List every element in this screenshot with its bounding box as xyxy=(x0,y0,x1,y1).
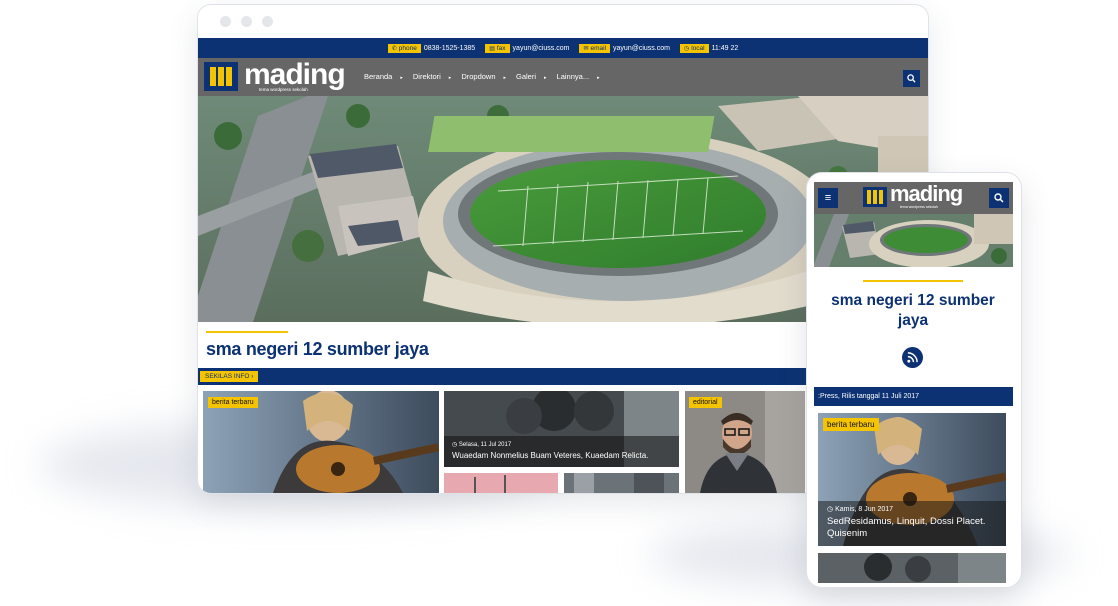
rss-icon xyxy=(907,352,918,363)
phone-value: 0838-1525-1385 xyxy=(423,44,476,52)
menu-label: Direktori xyxy=(412,72,441,81)
title-accent-line xyxy=(206,331,288,333)
mobile-phone-mockup: ≡ mading tema wordpress sekolah sma nege… xyxy=(806,172,1022,588)
post-date: ◷ Selasa, 11 Jul 2017 xyxy=(452,441,511,448)
mobile-news-ticker: :Press, Rilis tanggal 11 Juli 2017 xyxy=(814,387,1013,406)
mobile-news-card[interactable]: berita terbaru ◷ Kamis, 8 Jun 2017 SedRe… xyxy=(818,413,1006,546)
window-dot xyxy=(220,16,231,27)
menu-label: Dropdown xyxy=(461,72,496,81)
category-badge: berita terbaru xyxy=(208,397,258,408)
menu-item-beranda[interactable]: Beranda ▸ xyxy=(364,72,403,81)
fax-tag: ▤ fax xyxy=(485,43,510,53)
menu-label: Beranda xyxy=(364,72,393,81)
mobile-logo-text[interactable]: mading xyxy=(890,181,963,207)
rss-button[interactable] xyxy=(902,347,923,368)
email-tag: ✉ email xyxy=(579,43,611,53)
clock-icon: ◷ xyxy=(683,45,690,52)
fax-label: fax xyxy=(496,44,506,52)
phone-icon: ✆ xyxy=(391,45,397,52)
fax-value: yayun@ciuss.com xyxy=(512,44,570,52)
sekilas-info-label: SEKILAS INFO xyxy=(205,373,250,380)
caret-right-icon: ▸ xyxy=(448,75,452,81)
menu-item-dropdown[interactable]: Dropdown ▸ xyxy=(461,72,506,81)
mobile-news-card-next[interactable] xyxy=(818,553,1006,583)
menu-item-galeri[interactable]: Galeri ▸ xyxy=(516,72,547,81)
phone-label: phone xyxy=(398,44,417,52)
local-tag: ◷ local xyxy=(679,43,709,53)
sekilas-info-tag: SEKILAS INFO › xyxy=(200,371,259,382)
mobile-logo-tagline: tema wordpress sekolah xyxy=(900,205,938,209)
phone-info: ✆ phone 0838-1525-1385 xyxy=(387,43,476,53)
category-badge: editorial xyxy=(689,397,722,408)
menu-label: Galeri xyxy=(516,72,537,81)
pink-sky-image xyxy=(444,473,558,493)
category-badge: berita terbaru xyxy=(823,418,879,431)
window-dot xyxy=(241,16,252,27)
stadium-aerial-thumb xyxy=(814,214,1013,267)
local-time-value: 11:49 22 xyxy=(711,44,739,52)
local-time-info: ◷ local 11:49 22 xyxy=(679,43,739,53)
caret-right-icon: ▸ xyxy=(503,75,507,81)
street-image xyxy=(564,473,679,493)
news-thumb-pink[interactable] xyxy=(444,473,558,493)
email-info: ✉ email yayun@ciuss.com xyxy=(579,43,670,53)
clock-icon: ◷ xyxy=(827,506,836,513)
hamburger-icon: ≡ xyxy=(824,192,832,204)
news-card-berita-terbaru[interactable]: berita terbaru xyxy=(203,391,439,493)
search-icon xyxy=(907,74,916,83)
mobile-site-title[interactable]: sma negeri 12 sumber jaya xyxy=(817,291,1009,331)
news-card-editorial[interactable]: editorial xyxy=(685,391,805,493)
main-navbar: mading tema wordpress sekolah Beranda ▸ D… xyxy=(198,58,928,96)
menu-item-direktori[interactable]: Direktori ▸ xyxy=(413,72,451,81)
caret-right-icon: ▸ xyxy=(597,75,600,81)
caret-right-icon: ▸ xyxy=(400,75,403,81)
logo-icon[interactable] xyxy=(204,62,238,91)
email-icon: ✉ xyxy=(583,45,589,52)
email-value[interactable]: yayun@ciuss.com xyxy=(613,45,670,52)
main-menu: Beranda ▸ Direktori ▸ Dropdown ▸ Galeri ▸ La… xyxy=(364,72,600,81)
email-label: email xyxy=(590,44,607,52)
post-title[interactable]: SedResidamus, Linquit, Dossi Placet. Qui… xyxy=(827,516,997,540)
next-post-image xyxy=(818,553,1006,583)
hamburger-menu-button[interactable]: ≡ xyxy=(818,188,838,208)
site-title[interactable]: sma negeri 12 sumber jaya xyxy=(206,339,429,360)
menu-label: Lainnya... xyxy=(556,72,590,81)
mobile-hero-image xyxy=(814,214,1013,267)
mobile-search-button[interactable] xyxy=(989,188,1009,208)
post-date: ◷ Kamis, 8 Jun 2017 xyxy=(827,505,893,513)
news-thumb-street[interactable] xyxy=(564,473,679,493)
fax-icon: ▤ xyxy=(489,45,495,52)
post-date-text: Kamis, 8 Jun 2017 xyxy=(835,506,894,513)
browser-chrome xyxy=(198,5,928,38)
logo-tagline: tema wordpress sekolah xyxy=(259,87,308,92)
search-button[interactable] xyxy=(903,70,920,87)
local-label: local xyxy=(691,44,705,52)
contact-topbar: ✆ phone 0838-1525-1385 ▤ fax yayun@ciuss.c… xyxy=(198,38,928,58)
ticker-text: :Press, Rilis tanggal 11 Juli 2017 xyxy=(818,393,920,400)
post-date-text: Selasa, 11 Jul 2017 xyxy=(458,442,512,448)
chevron-right-icon: › xyxy=(251,373,254,380)
clock-icon: ◷ xyxy=(452,442,459,448)
menu-item-lainnya[interactable]: Lainnya... ▸ xyxy=(557,72,600,81)
window-dot xyxy=(262,16,273,27)
phone-tag: ✆ phone xyxy=(387,43,421,53)
search-icon xyxy=(994,193,1004,203)
mobile-title-accent-line xyxy=(863,280,963,282)
fax-info: ▤ fax yayun@ciuss.com xyxy=(485,43,570,53)
post-title[interactable]: Wuaedam Nonmelius Buam Veteres, Kuaedam … xyxy=(452,451,648,460)
caret-right-icon: ▸ xyxy=(544,75,547,81)
mobile-logo-icon[interactable] xyxy=(863,187,887,207)
mobile-navbar: ≡ mading tema wordpress sekolah xyxy=(814,181,1013,214)
news-card-selasa[interactable]: ◷ Selasa, 11 Jul 2017 Wuaedam Nonmelius … xyxy=(444,391,679,467)
